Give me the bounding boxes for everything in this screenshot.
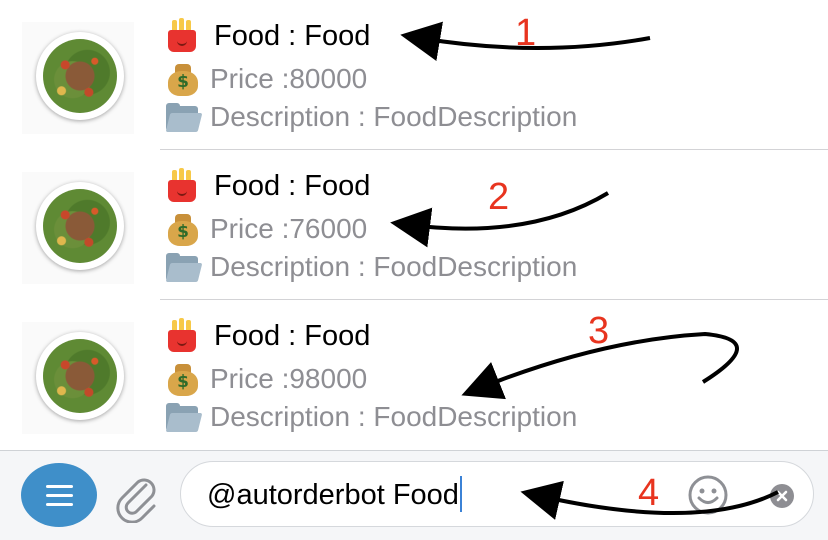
result-description: Description : FoodDescription (210, 251, 578, 282)
result-description: Description : FoodDescription (210, 401, 578, 432)
food-thumbnail (22, 22, 134, 134)
result-price: Price :98000 (210, 363, 368, 394)
result-title: Food : Food (214, 19, 371, 52)
message-input-bar: @autorderbot Food (0, 450, 828, 540)
food-thumbnail (22, 172, 134, 284)
annotation-number: 4 (638, 472, 660, 514)
result-item-1[interactable]: Food : Food $ Price :80000 Description :… (0, 0, 828, 150)
annotation-number: 1 (515, 12, 537, 54)
text-caret (459, 476, 462, 512)
french-fries-icon (164, 318, 202, 354)
french-fries-icon (164, 18, 202, 54)
annotation-number: 2 (488, 176, 510, 218)
message-input[interactable]: @autorderbot Food (180, 461, 814, 527)
result-price: Price :76000 (210, 213, 368, 244)
result-item-2[interactable]: Food : Food $ Price :76000 Description :… (0, 150, 828, 300)
folder-icon (164, 249, 203, 285)
folder-icon (164, 99, 203, 135)
result-price: Price :80000 (210, 63, 368, 94)
money-bag-icon: $ (164, 211, 202, 247)
smiley-icon[interactable] (687, 474, 729, 516)
menu-button[interactable] (21, 463, 97, 527)
folder-icon (164, 399, 203, 435)
annotation-number: 3 (588, 310, 610, 352)
money-bag-icon: $ (164, 361, 202, 397)
food-thumbnail (22, 322, 134, 434)
clear-icon[interactable] (770, 484, 794, 508)
result-title: Food : Food (214, 319, 371, 352)
money-bag-icon: $ (164, 61, 202, 97)
message-input-text[interactable]: @autorderbot Food (207, 476, 462, 512)
inline-results-list: Food : Food $ Price :80000 Description :… (0, 0, 828, 450)
result-item-3[interactable]: Food : Food $ Price :98000 Description :… (0, 300, 828, 450)
paperclip-icon[interactable] (112, 471, 162, 524)
french-fries-icon (164, 168, 202, 204)
result-title: Food : Food (214, 169, 371, 202)
result-description: Description : FoodDescription (210, 101, 578, 132)
